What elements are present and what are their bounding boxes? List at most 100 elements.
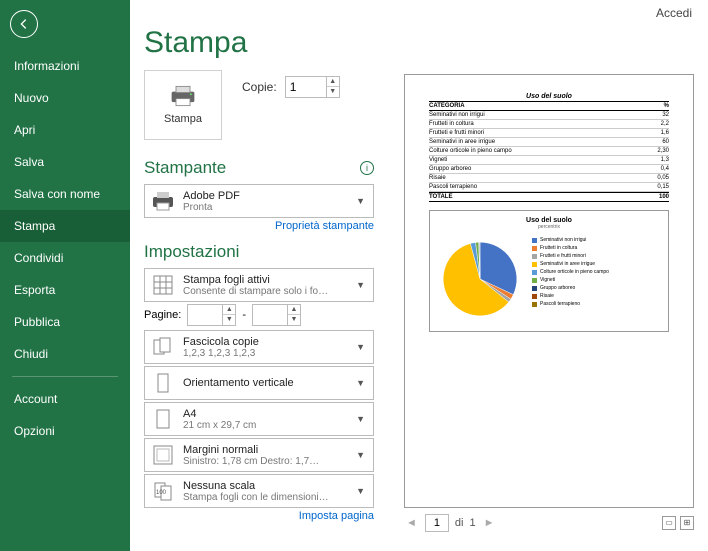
printer-heading: Stampante i <box>144 158 374 178</box>
page-to-input[interactable] <box>253 308 287 322</box>
legend-item: Vigneti <box>532 277 664 283</box>
settings-heading: Impostazioni <box>144 242 374 262</box>
printer-icon <box>169 85 197 107</box>
prev-page-button[interactable]: ◄ <box>404 517 419 529</box>
col-category: CATEGORIA <box>429 103 465 109</box>
sidebar-item-apri[interactable]: Apri <box>0 114 130 146</box>
collate-icon <box>152 336 174 358</box>
sidebar-item-pubblica[interactable]: Pubblica <box>0 306 130 338</box>
paper-dropdown[interactable]: A4 21 cm x 29,7 cm ▼ <box>144 402 374 436</box>
table-row: Frutteti in coltura2,2 <box>429 120 669 129</box>
preview-column: Uso del suolo CATEGORIA % Seminativi non… <box>404 70 694 532</box>
chevron-down-icon: ▼ <box>354 486 367 496</box>
chevron-down-icon: ▼ <box>354 450 367 460</box>
print-button[interactable]: Stampa <box>144 70 222 140</box>
page-from-input[interactable] <box>188 308 222 322</box>
copies-label: Copie: <box>242 80 277 94</box>
next-page-button[interactable]: ► <box>482 517 497 529</box>
print-area-dropdown[interactable]: Stampa fogli attivi Consente di stampare… <box>144 268 374 302</box>
legend-item: Seminativi non irrigui <box>532 237 664 243</box>
backstage-sidebar: InformazioniNuovoApriSalvaSalva con nome… <box>0 0 130 551</box>
copies-input[interactable] <box>286 80 326 94</box>
collate-dropdown[interactable]: Fascicola copie 1,2,3 1,2,3 1,2,3 ▼ <box>144 330 374 364</box>
page-to-spinner[interactable]: ▲▼ <box>252 304 301 326</box>
table-row: Seminativi non irrigui32 <box>429 111 669 120</box>
pages-sep: - <box>242 309 246 321</box>
zoom-to-page-button[interactable]: ▭ <box>662 516 676 530</box>
legend-item: Frutteti in coltura <box>532 245 664 251</box>
chart-subtitle: percentrix <box>434 224 664 230</box>
printer-dropdown[interactable]: Adobe PDF Pronta ▼ <box>144 184 374 218</box>
table-row: Pascoli terrapieno0,15 <box>429 183 669 192</box>
sidebar-item-options[interactable]: Opzioni <box>0 415 130 447</box>
chart-legend: Seminativi non irrigui Frutteti in coltur… <box>532 233 664 325</box>
page-from-spinner[interactable]: ▲▼ <box>187 304 236 326</box>
print-button-label: Stampa <box>164 113 202 125</box>
spin-down-icon[interactable]: ▼ <box>327 87 339 97</box>
orientation-dropdown[interactable]: Orientamento verticale ▼ <box>144 366 374 400</box>
sidebar-item-nuovo[interactable]: Nuovo <box>0 82 130 114</box>
chevron-down-icon: ▼ <box>354 414 367 424</box>
legend-item: Pascoli terrapieno <box>532 301 664 307</box>
table-row: Colture orticole in pieno campo2,30 <box>429 147 669 156</box>
scaling-icon: 100 <box>152 480 174 502</box>
table-row: Risaie0,05 <box>429 174 669 183</box>
spin-up-icon[interactable]: ▲ <box>327 77 339 87</box>
sidebar-separator <box>12 376 118 377</box>
zoom-margins-button[interactable]: ⊞ <box>680 516 694 530</box>
sidebar-item-esporta[interactable]: Esporta <box>0 274 130 306</box>
printer-small-icon <box>151 191 175 211</box>
table-row: Seminativi in aree irrigue60 <box>429 138 669 147</box>
printer-properties-link[interactable]: Proprietà stampante <box>144 220 374 232</box>
preview-pager: ◄ di 1 ► ▭ ⊞ <box>404 514 694 532</box>
total-value: 100 <box>659 194 669 200</box>
chevron-down-icon: ▼ <box>354 378 367 388</box>
sheets-icon <box>152 274 174 296</box>
back-arrow-icon <box>17 17 31 31</box>
page-of-label: di <box>455 517 464 529</box>
table-row: Gruppo arboreo0,4 <box>429 165 669 174</box>
info-icon[interactable]: i <box>360 161 374 175</box>
sidebar-item-chiudi[interactable]: Chiudi <box>0 338 130 370</box>
sidebar-item-salva-con-nome[interactable]: Salva con nome <box>0 178 130 210</box>
page-setup-link[interactable]: Imposta pagina <box>144 510 374 522</box>
main-panel: Accedi Stampa Stampa Copie: <box>130 0 708 551</box>
sidebar-item-stampa[interactable]: Stampa <box>0 210 130 242</box>
page-title: Stampa <box>144 26 694 60</box>
svg-text:100: 100 <box>156 490 167 496</box>
scaling-dropdown[interactable]: 100 Nessuna scala Stampa fogli con le di… <box>144 474 374 508</box>
col-pct: % <box>664 103 669 109</box>
printer-status: Pronta <box>183 202 346 213</box>
chevron-down-icon: ▼ <box>354 342 367 352</box>
table-row: Vigneti1,3 <box>429 156 669 165</box>
copies-spinner[interactable]: ▲▼ <box>285 76 340 98</box>
pages-label: Pagine: <box>144 309 181 321</box>
margins-icon <box>152 444 174 466</box>
page-current-input[interactable] <box>425 514 449 532</box>
print-preview: Uso del suolo CATEGORIA % Seminativi non… <box>404 74 694 508</box>
portrait-icon <box>152 372 174 394</box>
total-label: TOTALE <box>429 194 452 200</box>
preview-table-title: Uso del suolo <box>429 93 669 100</box>
sidebar-item-informazioni[interactable]: Informazioni <box>0 50 130 82</box>
back-button[interactable] <box>10 10 38 38</box>
paper-icon <box>152 408 174 430</box>
sign-in-link[interactable]: Accedi <box>656 6 692 20</box>
sidebar-item-condividi[interactable]: Condividi <box>0 242 130 274</box>
preview-chart: Uso del suolo percentrix Seminativi non … <box>429 210 669 332</box>
print-settings-column: Stampa Copie: ▲▼ Stampante i Adobe PDF <box>144 70 374 532</box>
chevron-down-icon: ▼ <box>354 196 367 206</box>
pie-chart-icon <box>434 233 526 325</box>
legend-item: Frutteti e frutti minori <box>532 253 664 259</box>
table-row: Frutteti e frutti minori1,6 <box>429 129 669 138</box>
legend-item: Risaie <box>532 293 664 299</box>
page-total: 1 <box>469 517 475 529</box>
printer-name: Adobe PDF <box>183 190 346 202</box>
chevron-down-icon: ▼ <box>354 280 367 290</box>
legend-item: Gruppo arboreo <box>532 285 664 291</box>
sidebar-item-account[interactable]: Account <box>0 383 130 415</box>
chart-title: Uso del suolo <box>434 217 664 224</box>
legend-item: Seminativi in aree irrigue <box>532 261 664 267</box>
margins-dropdown[interactable]: Margini normali Sinistro: 1,78 cm Destro… <box>144 438 374 472</box>
sidebar-item-salva[interactable]: Salva <box>0 146 130 178</box>
